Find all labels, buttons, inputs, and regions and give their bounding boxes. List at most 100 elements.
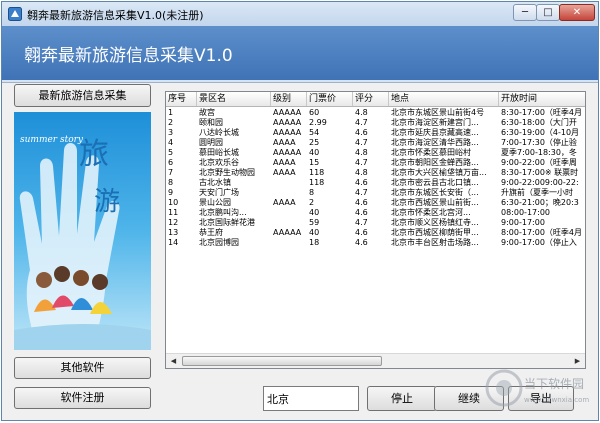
cell-level [271, 188, 307, 198]
cell-name: 圆明园 [199, 138, 223, 147]
banner-illustration: 旅 游 summer story [14, 112, 151, 350]
cell-rating: 4.7 [355, 118, 368, 127]
cell-hours: 8:30-17:00※ 联票时 [501, 168, 579, 177]
city-input[interactable] [263, 386, 359, 411]
cell-index: 10 [168, 198, 179, 207]
data-table[interactable]: 序号 景区名 级别 门票价 评分 地点 开放时间 1 故宫 AAAAA 60 4.8 北京… [165, 91, 586, 369]
table-row[interactable]: 13 恭王府 AAAAA 40 4.6 北京市西城区柳荫街甲... 8:00-17:00（旺… [166, 228, 585, 238]
title-bar[interactable]: 翱奔最新旅游信息采集V1.0(未注册) ─ □ ✕ [2, 2, 598, 27]
other-software-button[interactable]: 其他软件 [14, 357, 151, 379]
cell-index: 13 [168, 228, 179, 237]
cell-rating: 4.7 [355, 188, 368, 197]
table-row[interactable]: 10 景山公园 AAAA 2 4.6 北京市西城区景山前街... 6:30-21:00；晚2… [166, 198, 585, 208]
table-row[interactable]: 11 北京鹏叫沟... 40 4.6 北京市怀柔区北宫河... 08:00-17:00 [166, 208, 585, 218]
cell-rating: 4.6 [355, 128, 368, 137]
cell-level: AAAA [273, 158, 296, 167]
cell-index: 3 [168, 128, 174, 137]
column-header-price[interactable]: 门票价 [307, 92, 353, 106]
cell-hours: 升旗前（夏季一小时 [501, 188, 573, 197]
cell-location: 北京市怀柔区北宫河... [391, 208, 471, 217]
cell-price: 118 [309, 168, 325, 177]
cell-location: 北京市西城区景山前街... [391, 198, 479, 207]
cell-rating: 4.7 [355, 158, 368, 167]
cell-rating: 4.7 [355, 138, 368, 147]
table-row[interactable]: 2 颐和园 AAAAA 2.99 4.7 北京市海淀区新建宫门... 6:30-18:00（… [166, 118, 585, 128]
cell-price: 54 [309, 128, 320, 137]
app-icon [8, 7, 22, 21]
register-button[interactable]: 软件注册 [14, 387, 151, 409]
cell-index: 4 [168, 138, 174, 147]
cell-price: 2 [309, 198, 315, 207]
table-row[interactable]: 6 北京欢乐谷 AAAA 15 4.7 北京市朝阳区金蝉西路... 9:00-22:00（旺… [166, 158, 585, 168]
table-header: 序号 景区名 级别 门票价 评分 地点 开放时间 [166, 92, 585, 107]
cell-price: 59 [309, 218, 320, 227]
cell-rating: 4.8 [355, 108, 368, 117]
cell-name: 景山公园 [199, 198, 231, 207]
table-row[interactable]: 1 故宫 AAAAA 60 4.8 北京市东城区景山前街4号 8:30-17:00（旺季4月 [166, 108, 585, 118]
watermark-logo: 当下软件园 www.downxia.com [485, 369, 589, 407]
table-row[interactable]: 8 古北水镇 118 4.6 北京市密云县古北口镇... 9:00-22:009:00-2… [166, 178, 585, 188]
cell-hours: 9:00-17:00（停止入 [501, 238, 577, 247]
cell-location: 北京市延庆县京藏高速... [391, 128, 479, 137]
banner-char-1: 旅 [79, 137, 109, 172]
column-header-name[interactable]: 景区名 [197, 92, 271, 106]
cell-hours: 9:00-22:00（旺季周 [501, 158, 577, 167]
cell-price: 25 [309, 138, 320, 147]
cell-location: 北京市怀柔区慕田峪村 [391, 148, 471, 157]
cell-hours: 6:30-21:00；晚20:3 [501, 198, 579, 207]
minimize-button[interactable]: ─ [513, 4, 537, 21]
column-header-index[interactable]: 序号 [166, 92, 197, 106]
table-row[interactable]: 12 北京国际鲜花港 59 4.7 北京市顺义区杨镇红寺... 9:00-17:00 [166, 218, 585, 228]
cell-rating: 4.6 [355, 208, 368, 217]
cell-location: 北京市密云县古北口镇... [391, 178, 479, 187]
column-header-location[interactable]: 地点 [389, 92, 499, 106]
banner-char-2: 游 [94, 187, 120, 217]
cell-rating: 4.7 [355, 218, 368, 227]
watermark-text: 当下软件园 [524, 377, 584, 391]
column-header-hours[interactable]: 开放时间 [499, 92, 585, 106]
cell-name: 八达岭长城 [199, 128, 239, 137]
cell-level: AAAA [273, 138, 296, 147]
promo-banner: 旅 游 summer story [14, 112, 151, 350]
cell-hours: 夏季7:00-18:30，冬 [501, 148, 577, 157]
cell-price: 8 [309, 188, 315, 197]
cell-level [271, 178, 307, 188]
stop-button[interactable]: 停止 [367, 386, 437, 411]
table-row[interactable]: 7 北京野生动物园 AAAA 118 4.8 北京市大兴区榆垡镇万亩... 8:30-17:… [166, 168, 585, 178]
cell-location: 北京市丰台区射击场路... [391, 238, 479, 247]
cell-name: 北京国际鲜花港 [199, 218, 255, 227]
cell-index: 9 [168, 188, 174, 197]
cell-level: AAAAA [273, 228, 302, 237]
cell-index: 5 [168, 148, 174, 157]
close-button[interactable]: ✕ [559, 4, 595, 21]
table-row[interactable]: 9 天安门广场 8 4.7 北京市东城区长安街（... 升旗前（夏季一小时 [166, 188, 585, 198]
table-row[interactable]: 3 八达岭长城 AAAAA 54 4.6 北京市延庆县京藏高速... 6:30-19:00（… [166, 128, 585, 138]
cell-level: AAAA [273, 198, 296, 207]
cell-name: 慕田峪长城 [199, 148, 239, 157]
cell-rating: 4.6 [355, 228, 368, 237]
cell-name: 北京野生动物园 [199, 168, 255, 177]
maximize-button[interactable]: □ [536, 4, 560, 21]
cell-price: 40 [309, 148, 320, 157]
cell-location: 北京市朝阳区金蝉西路... [391, 158, 479, 167]
column-header-level[interactable]: 级别 [271, 92, 307, 106]
app-header: 翱奔最新旅游信息采集V1.0 [2, 26, 598, 80]
cell-price: 40 [309, 208, 320, 217]
collect-button[interactable]: 最新旅游信息采集 [14, 84, 151, 107]
cell-hours: 8:00-17:00（旺季4月 [501, 228, 582, 237]
scroll-left-arrow-icon[interactable]: ◀ [167, 355, 180, 367]
banner-caption: summer story [20, 135, 84, 145]
cell-location: 北京市顺义区杨镇红寺... [391, 218, 479, 227]
cell-rating: 4.8 [355, 168, 368, 177]
cell-level: AAAAA [273, 118, 302, 127]
cell-name: 北京鹏叫沟... [199, 208, 247, 217]
cell-level [271, 238, 307, 248]
app-window: 翱奔最新旅游信息采集V1.0(未注册) ─ □ ✕ 翱奔最新旅游信息采集V1.0… [1, 1, 599, 421]
table-row[interactable]: 5 慕田峪长城 AAAAA 40 4.8 北京市怀柔区慕田峪村 夏季7:00-18:30，冬 [166, 148, 585, 158]
scrollbar-thumb[interactable] [182, 356, 382, 366]
table-row[interactable]: 4 圆明园 AAAA 25 4.7 北京市海淀区清华西路... 7:00-17:30（停止验 [166, 138, 585, 148]
cell-level: AAAAA [273, 148, 302, 157]
table-row[interactable]: 14 北京园博园 18 4.6 北京市丰台区射击场路... 9:00-17:00（停止入 [166, 238, 585, 248]
column-header-rating[interactable]: 评分 [353, 92, 389, 106]
cell-hours: 9:00-17:00 [501, 218, 545, 227]
